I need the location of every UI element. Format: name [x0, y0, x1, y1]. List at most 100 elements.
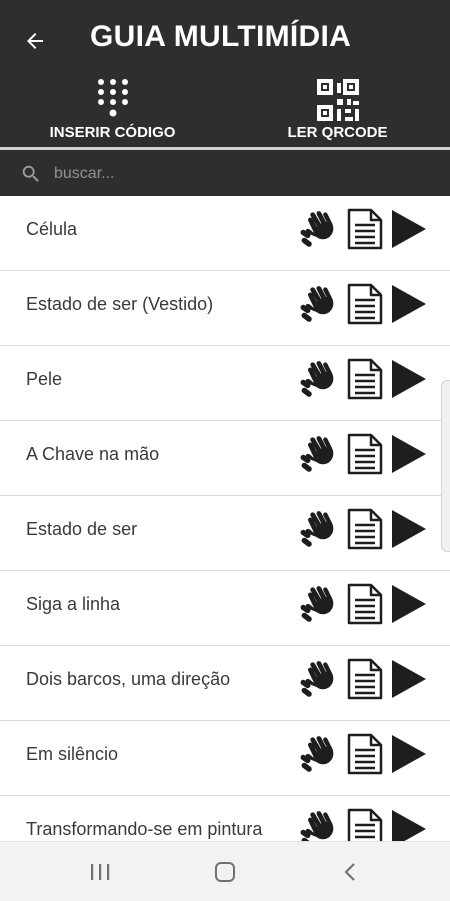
play-icon [392, 735, 426, 773]
sign-language-button[interactable] [300, 284, 340, 324]
play-button[interactable] [390, 659, 428, 699]
home-button[interactable] [195, 842, 255, 901]
sign-language-button[interactable] [300, 209, 340, 249]
play-icon [392, 435, 426, 473]
list-item[interactable]: Transformando-se em pintura [0, 796, 450, 841]
list-item[interactable]: A Chave na mão [0, 421, 450, 496]
scroll-handle[interactable] [441, 380, 450, 552]
system-back-button[interactable] [320, 842, 380, 901]
item-actions [300, 582, 428, 626]
play-button[interactable] [390, 209, 428, 249]
qrcode-icon [316, 79, 359, 121]
arrow-left-icon [27, 33, 43, 49]
play-button[interactable] [390, 284, 428, 324]
item-list: Célula Estado de ser (Vestido) Pele A Ch… [0, 196, 450, 841]
item-title: Dois barcos, uma direção [26, 669, 231, 689]
item-title: A Chave na mão [26, 444, 160, 464]
system-navbar [0, 841, 450, 901]
sign-language-icon [300, 586, 334, 622]
list-item[interactable]: Estado de ser (Vestido) [0, 271, 450, 346]
recent-apps-icon [91, 863, 110, 880]
sign-language-icon [300, 511, 334, 547]
document-icon [347, 358, 383, 400]
document-button[interactable] [346, 208, 384, 250]
document-icon [347, 583, 383, 625]
play-button[interactable] [390, 584, 428, 624]
insert-code-label: INSERIR CÓDIGO [49, 124, 176, 141]
item-title: Estado de ser (Vestido) [26, 294, 214, 314]
play-button[interactable] [390, 359, 428, 399]
sign-language-icon [300, 211, 334, 247]
sign-language-icon [300, 286, 334, 322]
item-actions [300, 432, 428, 476]
sign-language-icon [300, 661, 334, 697]
play-button[interactable] [390, 434, 428, 474]
sign-language-button[interactable] [300, 809, 340, 841]
play-icon [392, 285, 426, 323]
item-actions [300, 507, 428, 551]
sign-language-button[interactable] [300, 434, 340, 474]
keypad-icon [97, 79, 128, 117]
insert-code-button[interactable]: INSERIR CÓDIGO [35, 78, 190, 144]
list-item[interactable]: Pele [0, 346, 450, 421]
document-button[interactable] [346, 733, 384, 775]
item-actions [300, 282, 428, 326]
sign-language-icon [300, 361, 334, 397]
document-button[interactable] [346, 358, 384, 400]
back-icon [344, 862, 355, 881]
document-icon [347, 508, 383, 550]
document-button[interactable] [346, 508, 384, 550]
document-button[interactable] [346, 433, 384, 475]
document-button[interactable] [346, 283, 384, 325]
list-item[interactable]: Estado de ser [0, 496, 450, 571]
play-button[interactable] [390, 509, 428, 549]
app-header: GUIA MULTIMÍDIA INSERIR CÓDIGO LER QRCOD… [0, 0, 450, 150]
item-title: Pele [26, 369, 63, 389]
document-button[interactable] [346, 808, 384, 841]
read-qrcode-button[interactable]: LER QRCODE [265, 78, 410, 144]
list-item[interactable]: Em silêncio [0, 721, 450, 796]
item-title: Siga a linha [26, 594, 121, 614]
read-qrcode-label: LER QRCODE [287, 124, 388, 141]
sign-language-button[interactable] [300, 509, 340, 549]
item-actions [300, 357, 428, 401]
sign-language-icon [300, 811, 334, 841]
document-icon [347, 808, 383, 841]
home-icon [215, 861, 235, 882]
play-icon [392, 210, 426, 248]
play-icon [392, 510, 426, 548]
play-button[interactable] [390, 809, 428, 841]
document-icon [347, 433, 383, 475]
sign-language-button[interactable] [300, 734, 340, 774]
sign-language-button[interactable] [300, 359, 340, 399]
play-icon [392, 585, 426, 623]
sign-language-icon [300, 436, 334, 472]
play-icon [392, 810, 426, 841]
document-button[interactable] [346, 658, 384, 700]
document-icon [347, 208, 383, 250]
page-title: GUIA MULTIMÍDIA [90, 20, 352, 53]
document-icon [347, 733, 383, 775]
list-item[interactable]: Célula [0, 196, 450, 271]
play-button[interactable] [390, 734, 428, 774]
back-button[interactable] [18, 24, 52, 58]
sign-language-button[interactable] [300, 584, 340, 624]
sign-language-icon [300, 736, 334, 772]
document-icon [347, 658, 383, 700]
item-actions [300, 732, 428, 776]
sign-language-button[interactable] [300, 659, 340, 699]
document-button[interactable] [346, 583, 384, 625]
play-icon [392, 660, 426, 698]
list-item[interactable]: Siga a linha [0, 571, 450, 646]
search-input[interactable] [52, 158, 436, 190]
item-actions [300, 207, 428, 251]
item-actions [300, 807, 428, 841]
list-item[interactable]: Dois barcos, uma direção [0, 646, 450, 721]
search-bar [0, 150, 450, 196]
item-actions [300, 657, 428, 701]
recent-apps-button[interactable] [70, 842, 130, 901]
item-title: Em silêncio [26, 744, 119, 764]
document-icon [347, 283, 383, 325]
item-title: Estado de ser [26, 519, 138, 539]
play-icon [392, 360, 426, 398]
